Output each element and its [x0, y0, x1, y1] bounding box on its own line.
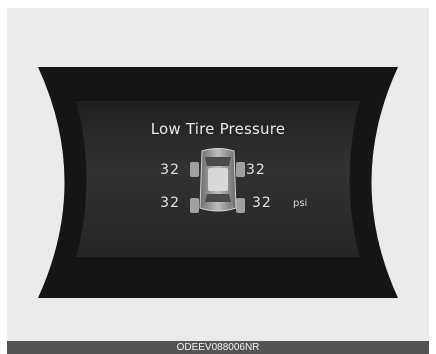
pressure-unit: psi	[293, 198, 308, 209]
rear-right-pressure: 32	[252, 195, 272, 211]
rear-left-pressure: 32	[160, 195, 180, 211]
instrument-cluster-display	[38, 67, 398, 298]
front-right-pressure: 32	[246, 162, 266, 178]
warning-title: Low Tire Pressure	[150, 120, 286, 138]
front-left-pressure: 32	[160, 162, 180, 178]
image-code-bar: ODEEV088006NR	[7, 341, 429, 354]
